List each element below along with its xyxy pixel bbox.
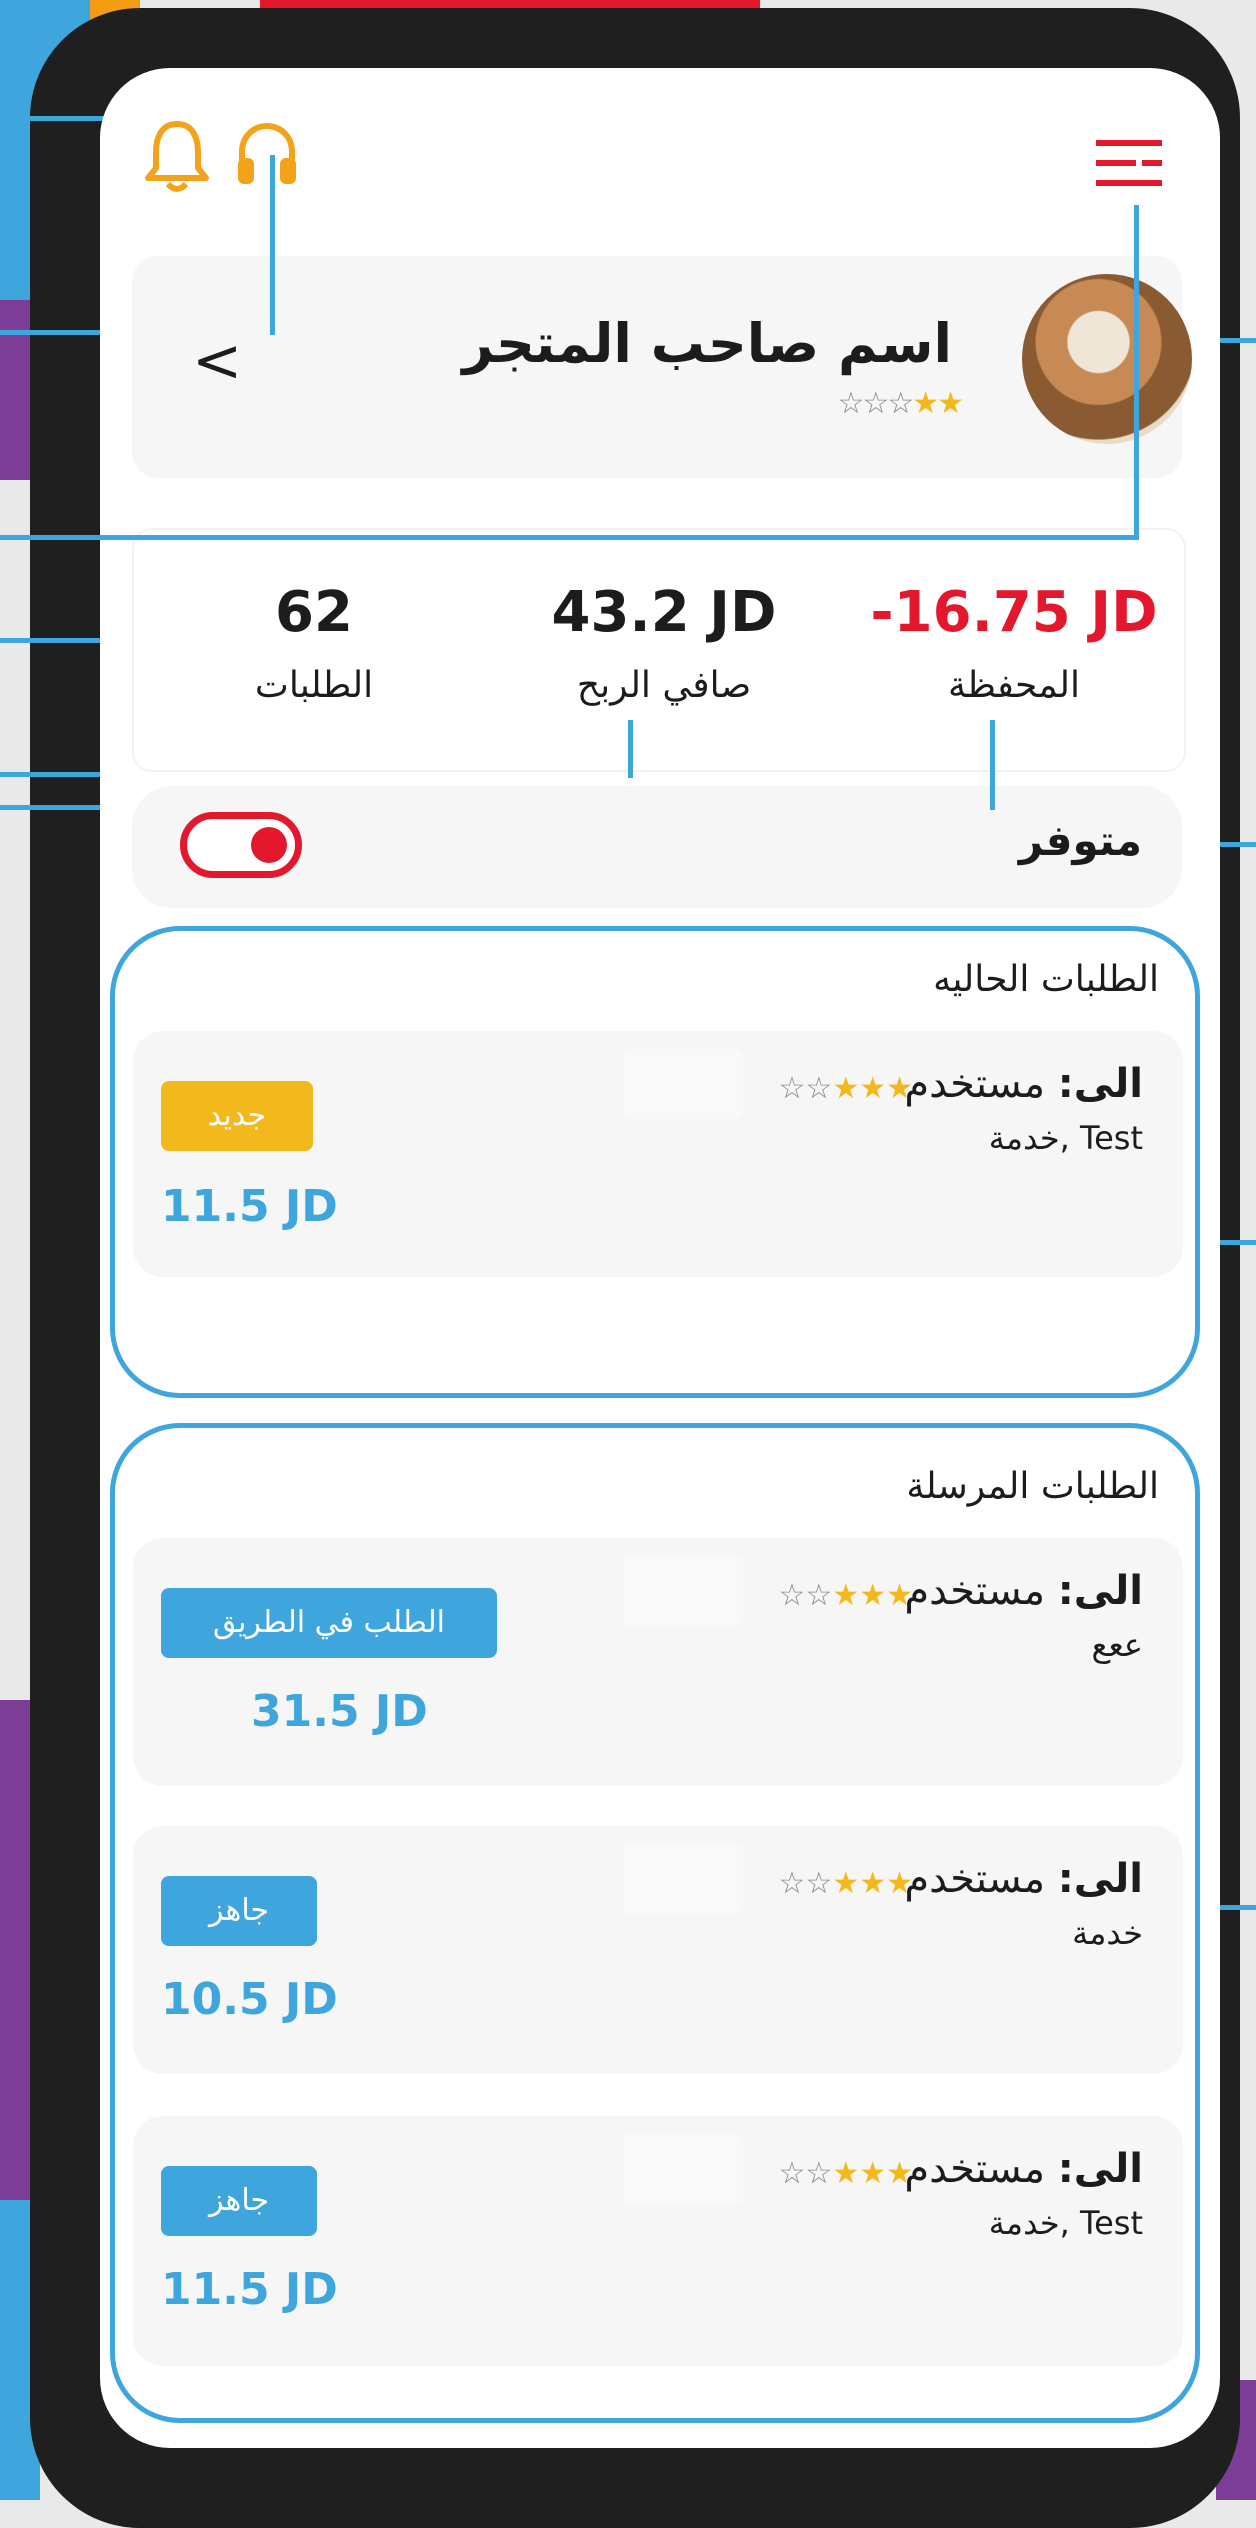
chevron-left-icon[interactable]: < (192, 326, 242, 396)
order-price: 31.5 JD (251, 1686, 428, 1737)
callout-line (0, 535, 1139, 540)
availability-row: متوفر (132, 786, 1182, 908)
status-badge: الطلب في الطريق (161, 1588, 497, 1658)
callout-line (270, 155, 275, 335)
order-card[interactable]: الى: مستخدم ☆☆★★★ ععع الطلب في الطريق 31… (133, 1538, 1183, 1786)
store-name: اسم صاحب المتجر (462, 312, 952, 375)
order-recipient: الى: مستخدم (904, 1568, 1143, 1614)
section-title: الطلبات الحاليه (933, 959, 1159, 1000)
toggle-knob (251, 827, 287, 863)
callout-line (0, 805, 100, 810)
order-recipient: الى: مستخدم (904, 2146, 1143, 2192)
bell-icon[interactable] (142, 116, 212, 196)
profit-label: صافي الربح (576, 665, 752, 706)
section-title: الطلبات المرسلة (906, 1466, 1159, 1507)
order-service: خدمة, Test (988, 1119, 1143, 1157)
order-rating-stars: ☆☆★★★ (778, 2156, 913, 2191)
menu-icon[interactable] (1094, 138, 1164, 188)
callout-line (1134, 205, 1139, 540)
order-rating-stars: ☆☆★★★ (778, 1578, 913, 1613)
placeholder-box (623, 2134, 743, 2204)
order-price: 11.5 JD (161, 1181, 338, 1232)
order-rating-stars: ☆☆★★★ (778, 1866, 913, 1901)
placeholder-box (623, 1556, 743, 1626)
callout-line (1220, 1905, 1256, 1910)
current-orders-section: الطلبات الحاليه الى: مستخدم ☆☆★★★ خدمة, … (110, 926, 1200, 1398)
callout-line (628, 720, 633, 778)
store-rating-stars: ☆☆☆★★ (837, 386, 964, 421)
orders-count-value: 62 (275, 580, 353, 645)
placeholder-box (623, 1049, 743, 1119)
profit-value: 43.2 JD (551, 580, 777, 645)
orders-count-label: الطلبات (254, 665, 374, 706)
order-recipient: الى: مستخدم (904, 1856, 1143, 1902)
status-badge: جديد (161, 1081, 313, 1151)
availability-label: متوفر (1018, 816, 1142, 865)
order-card[interactable]: الى: مستخدم ☆☆★★★ خدمة جاهز 10.5 JD (133, 1826, 1183, 2074)
callout-line (0, 772, 100, 777)
callout-line (1220, 338, 1256, 343)
status-badge: جاهز (161, 1876, 317, 1946)
order-card[interactable]: الى: مستخدم ☆☆★★★ خدمة, Test جاهز 11.5 J… (133, 2116, 1183, 2366)
order-card[interactable]: الى: مستخدم ☆☆★★★ خدمة, Test جديد 11.5 J… (133, 1031, 1183, 1277)
wallet-label: المحفظة (947, 665, 1081, 706)
app-screen: اسم صاحب المتجر ☆☆☆★★ < -16.75 JD المحفظ… (100, 68, 1220, 2448)
order-service: خدمة, Test (988, 2204, 1143, 2242)
availability-toggle[interactable] (180, 812, 302, 878)
callout-line (1220, 842, 1256, 847)
store-card[interactable]: اسم صاحب المتجر ☆☆☆★★ < (132, 256, 1192, 478)
wallet-value: -16.75 JD (870, 580, 1158, 645)
order-service: خدمة (1072, 1914, 1143, 1952)
order-recipient: الى: مستخدم (904, 1061, 1143, 1107)
store-avatar (1022, 274, 1192, 444)
placeholder-box (623, 1844, 743, 1914)
status-badge: جاهز (161, 2166, 317, 2236)
sent-orders-section: الطلبات المرسلة الى: مستخدم ☆☆★★★ ععع ال… (110, 1423, 1200, 2423)
callout-line (1220, 1240, 1256, 1245)
order-rating-stars: ☆☆★★★ (778, 1071, 913, 1106)
callout-line (990, 720, 995, 810)
callout-line (0, 638, 100, 643)
stats-panel: -16.75 JD المحفظة 43.2 JD صافي الربح 62 … (132, 528, 1186, 772)
headset-icon[interactable] (232, 120, 302, 192)
order-service: ععع (1091, 1626, 1143, 1664)
order-price: 10.5 JD (161, 1974, 338, 2025)
order-price: 11.5 JD (161, 2264, 338, 2315)
